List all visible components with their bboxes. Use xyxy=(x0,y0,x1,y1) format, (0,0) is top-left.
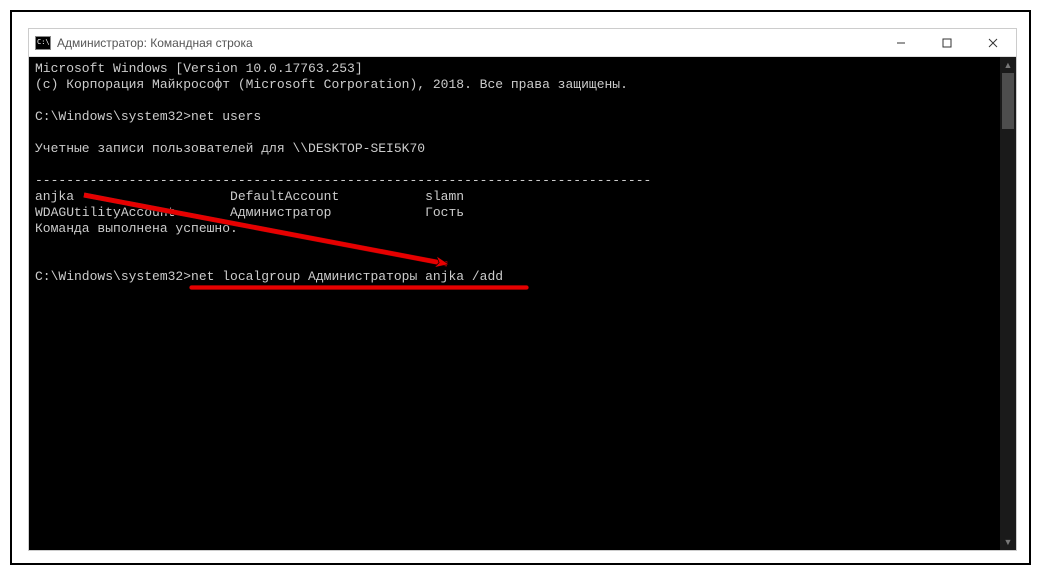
output-line: (c) Корпорация Майкрософт (Microsoft Cor… xyxy=(35,77,628,92)
screenshot-frame: Администратор: Командная строка Microsof… xyxy=(10,10,1031,565)
terminal-output: Microsoft Windows [Version 10.0.17763.25… xyxy=(29,57,1016,289)
vertical-scrollbar[interactable]: ▲ ▼ xyxy=(1000,57,1016,550)
maximize-button[interactable] xyxy=(924,29,970,56)
prompt-line: C:\Windows\system32>net localgroup Админ… xyxy=(35,269,503,284)
minimize-button[interactable] xyxy=(878,29,924,56)
scroll-down-arrow[interactable]: ▼ xyxy=(1000,534,1016,550)
close-button[interactable] xyxy=(970,29,1016,56)
output-line: Команда выполнена успешно. xyxy=(35,221,238,236)
cmd-icon xyxy=(35,36,51,50)
user-row: anjka DefaultAccount slamn xyxy=(35,189,464,204)
terminal-area[interactable]: Microsoft Windows [Version 10.0.17763.25… xyxy=(29,57,1016,550)
output-line: Учетные записи пользователей для \\DESKT… xyxy=(35,141,425,156)
scroll-up-arrow[interactable]: ▲ xyxy=(1000,57,1016,73)
scrollbar-thumb[interactable] xyxy=(1002,73,1014,129)
window-controls xyxy=(878,29,1016,56)
window-titlebar: Администратор: Командная строка xyxy=(29,29,1016,57)
cmd-window: Администратор: Командная строка Microsof… xyxy=(28,28,1017,551)
output-divider: ----------------------------------------… xyxy=(35,173,651,188)
window-title: Администратор: Командная строка xyxy=(57,36,253,50)
output-line: Microsoft Windows [Version 10.0.17763.25… xyxy=(35,61,363,76)
prompt-line: C:\Windows\system32>net users xyxy=(35,109,261,124)
user-row: WDAGUtilityAccount Администратор Гость xyxy=(35,205,464,220)
